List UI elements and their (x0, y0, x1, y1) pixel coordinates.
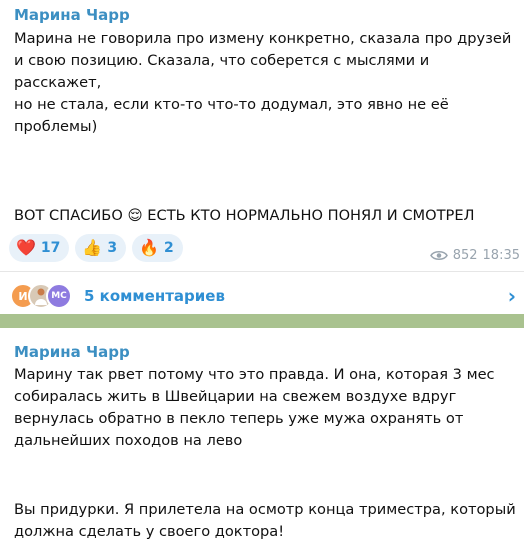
message-text-2: ВОТ СПАСИБО 😌 ЕСТЬ КТО НОРМАЛЬНО ПОНЯЛ И… (14, 207, 475, 224)
message-text: Марина не говорила про измену конкретно,… (14, 30, 512, 135)
message-bubble-1: Марина Чарр Марина не говорила про измен… (0, 0, 524, 314)
reaction-count: 2 (164, 240, 174, 256)
message-author[interactable]: Марина Чарр (14, 6, 130, 24)
thumbs-up-icon: 👍 (82, 238, 103, 257)
message-text-2: Вы придурки. Я прилетела на осмотр конца… (14, 501, 516, 540)
reaction-fire[interactable]: 🔥 2 (132, 234, 183, 262)
message-meta: 852 18:35 (429, 248, 520, 263)
message-text: Марину так рвет потому что это правда. И… (14, 366, 495, 449)
eye-icon (429, 251, 448, 260)
message-bubble-2: Марина Чарр Марину так рвет потому что э… (0, 328, 524, 551)
reaction-heart[interactable]: ❤️ 17 (9, 234, 70, 262)
fire-icon: 🔥 (139, 238, 159, 257)
message-time: 18:35 (482, 248, 520, 263)
avatar: МС (46, 283, 72, 309)
reaction-thumbs-up[interactable]: 👍 3 (75, 234, 127, 262)
chevron-right-icon: › (507, 284, 516, 308)
reactions-bar: ❤️ 17 👍 3 🔥 2 (9, 234, 183, 262)
view-count: 852 (452, 248, 478, 263)
message-author[interactable]: Марина Чарр (14, 343, 130, 361)
comments-label: 5 комментариев (84, 287, 225, 305)
comments-button[interactable]: И МС 5 комментариев › (10, 281, 516, 311)
divider (0, 271, 524, 272)
heart-icon: ❤️ (16, 238, 36, 257)
reaction-count: 17 (40, 240, 61, 256)
reaction-count: 3 (107, 240, 118, 256)
